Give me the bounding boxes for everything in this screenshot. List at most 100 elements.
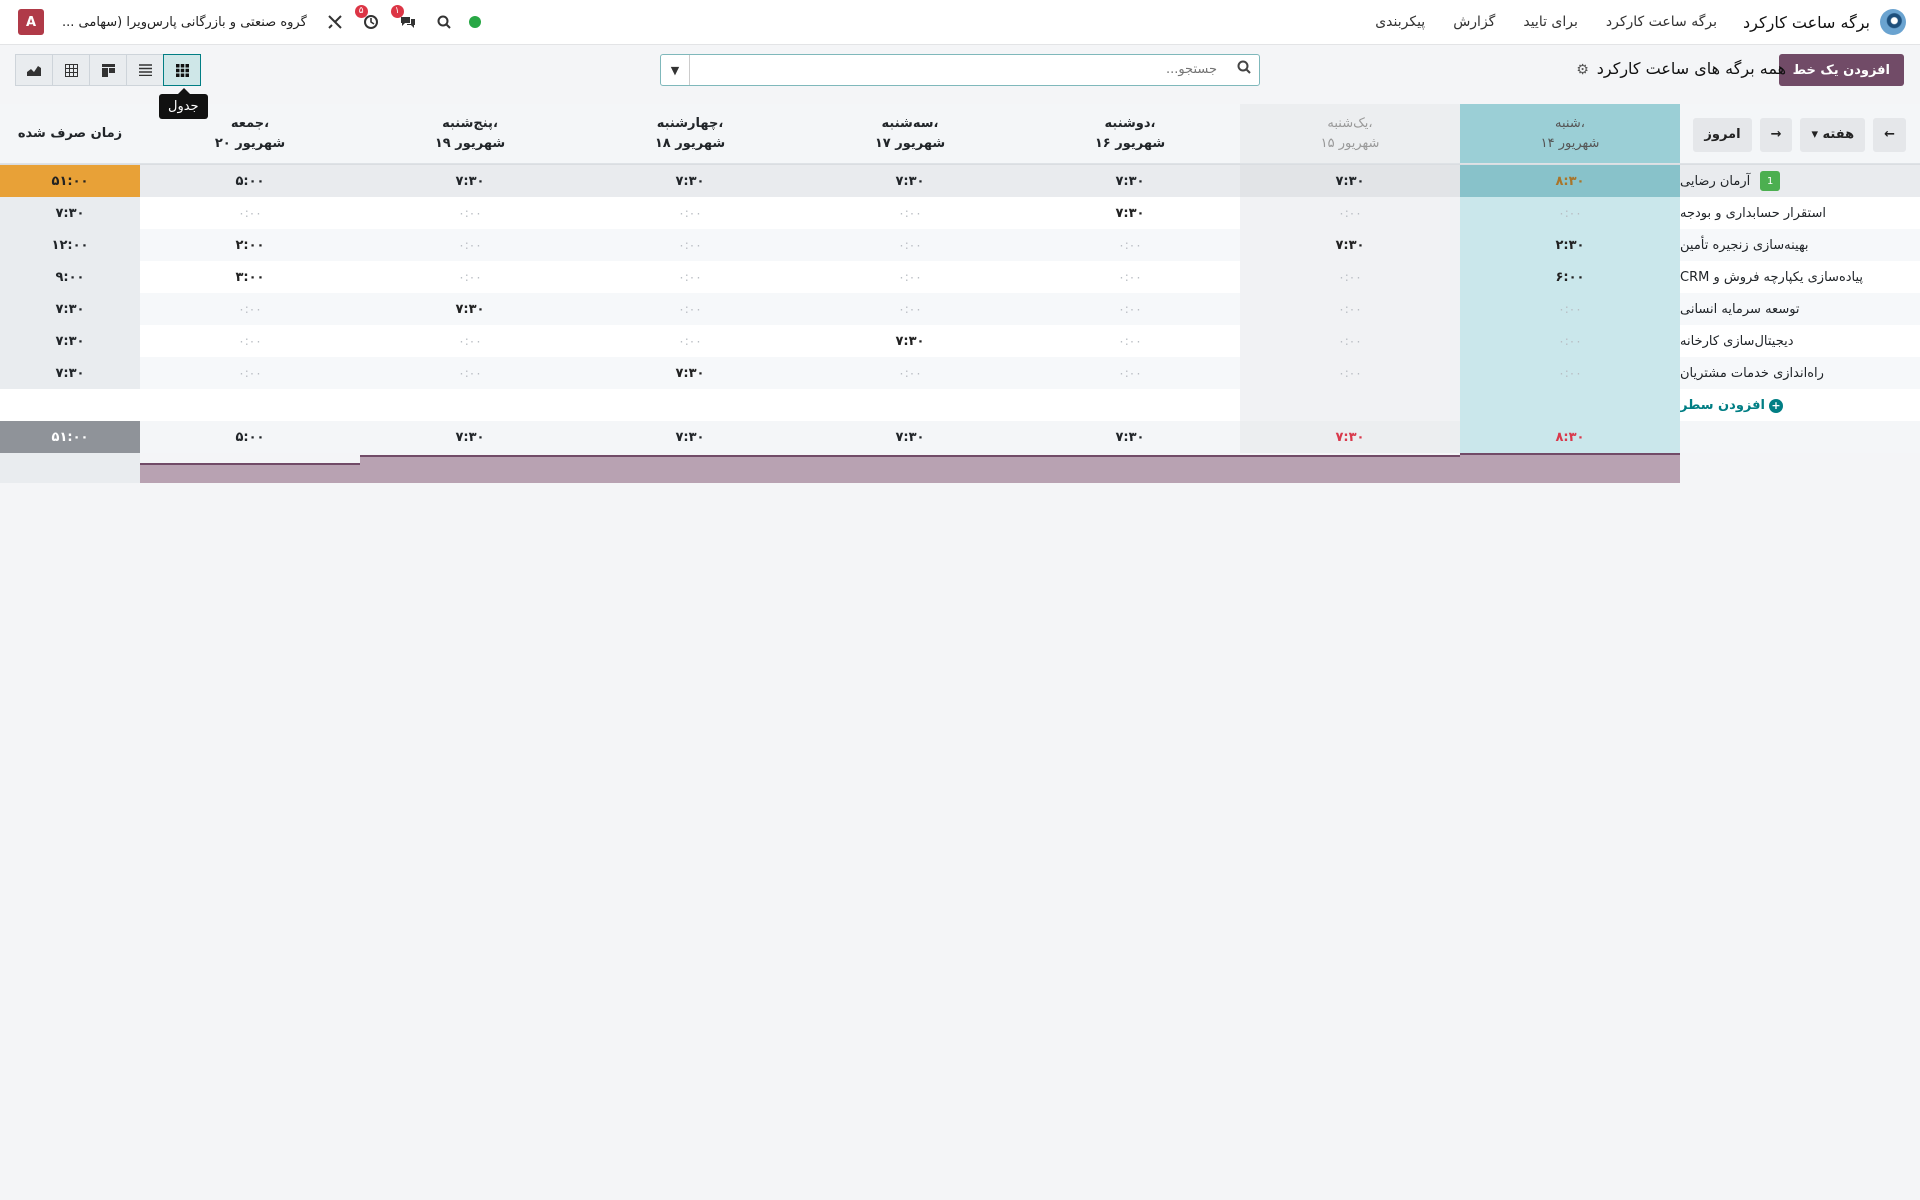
hours-cell[interactable]: ۰:۰۰ — [580, 197, 800, 229]
hours-cell[interactable]: ۰:۰۰ — [140, 325, 360, 357]
view-title: همه برگه های ساعت کارکرد ⚙ — [1576, 59, 1786, 78]
search-submit-icon[interactable] — [1237, 60, 1251, 78]
hours-cell[interactable]: ۰:۰۰ — [140, 357, 360, 389]
employee-day-total: ۷:۳۰ — [1240, 165, 1460, 197]
hours-cell[interactable]: ۷:۳۰ — [580, 357, 800, 389]
project-row: پیاده‌سازی یکپارچه فروش و CRM ۶:۰۰ ۰:۰۰ … — [0, 261, 1920, 293]
hours-cell[interactable]: ۰:۰۰ — [1240, 197, 1460, 229]
view-title-text: همه برگه های ساعت کارکرد — [1596, 59, 1786, 78]
hours-cell[interactable]: ۰:۰۰ — [1020, 325, 1240, 357]
hours-cell[interactable]: ۲:۰۰ — [140, 229, 360, 261]
employee-name: آرمان رضایی — [1680, 173, 1751, 189]
hours-cell[interactable]: ۰:۰۰ — [1240, 293, 1460, 325]
hours-cell[interactable]: ۳:۰۰ — [140, 261, 360, 293]
range-dropdown[interactable]: هفته ▾ — [1800, 118, 1866, 152]
hours-cell[interactable]: ۰:۰۰ — [800, 229, 1020, 261]
hours-cell[interactable]: ۷:۳۰ — [1020, 197, 1240, 229]
previous-arrow-icon[interactable]: ← — [1873, 118, 1906, 152]
capacity-bar — [360, 455, 1460, 483]
hours-cell[interactable]: ۰:۰۰ — [580, 325, 800, 357]
hours-cell[interactable]: ۰:۰۰ — [1460, 293, 1680, 325]
hours-cell[interactable]: ۰:۰۰ — [360, 261, 580, 293]
menu-configuration[interactable]: پیکربندی — [1375, 14, 1425, 30]
kanban-view-icon[interactable] — [89, 54, 127, 86]
hours-cell[interactable]: ۰:۰۰ — [1020, 261, 1240, 293]
hours-cell[interactable]: ۰:۰۰ — [360, 357, 580, 389]
hours-cell[interactable]: ۰:۰۰ — [1240, 261, 1460, 293]
hours-cell[interactable]: ۰:۰۰ — [800, 197, 1020, 229]
capacity-line — [140, 463, 360, 465]
chat-icon[interactable]: ۱ — [390, 5, 417, 30]
hours-cell[interactable]: ۰:۰۰ — [1240, 325, 1460, 357]
day-total: ۷:۳۰ — [675, 429, 705, 445]
hours-cell[interactable]: ۰:۰۰ — [360, 197, 580, 229]
add-line-button[interactable]: افزودن یک خط — [1778, 54, 1904, 86]
employee-label[interactable]: 1 آرمان رضایی — [1680, 165, 1920, 197]
pivot-view-icon[interactable] — [52, 54, 90, 86]
hours-cell[interactable]: ۰:۰۰ — [1020, 229, 1240, 261]
add-row-link[interactable]: +افزودن سطر — [1680, 398, 1783, 413]
hours-cell[interactable]: ۰:۰۰ — [360, 229, 580, 261]
hours-cell[interactable]: ۰:۰۰ — [580, 293, 800, 325]
add-row-cell: +افزودن سطر — [1680, 389, 1920, 421]
hours-cell[interactable]: ۰:۰۰ — [1460, 325, 1680, 357]
hours-cell[interactable]: ۰:۰۰ — [580, 261, 800, 293]
hours-cell[interactable]: ۰:۰۰ — [1240, 357, 1460, 389]
company-switcher[interactable]: گروه صنعتی و بازرگانی پارس‌ویرا (سهامی .… — [62, 15, 307, 30]
graph-view-icon[interactable] — [15, 54, 53, 86]
hours-value: ۰:۰۰ — [678, 206, 702, 220]
capacity-bar — [1460, 453, 1680, 483]
grid-nav-cell: امروز → هفته ▾ ← — [1680, 104, 1920, 164]
hours-cell[interactable]: ۰:۰۰ — [140, 293, 360, 325]
gear-icon[interactable]: ⚙ — [1576, 62, 1589, 78]
tools-icon[interactable] — [327, 14, 343, 30]
search-input[interactable] — [693, 55, 1221, 83]
hours-cell[interactable]: ۶:۰۰ — [1460, 261, 1680, 293]
hours-cell[interactable]: ۰:۰۰ — [1020, 293, 1240, 325]
search-options-toggle[interactable]: ▼ — [661, 55, 690, 85]
column-header-tuesday: سه‌شنبه، شهریور ۱۷ — [800, 104, 1020, 164]
day-date: شهریور ۱۹ — [434, 135, 506, 151]
timesheet-app-icon[interactable] — [1880, 9, 1906, 35]
project-row: راه‌اندازی خدمات مشتریان ۰:۰۰ ۰:۰۰ ۰:۰۰ … — [0, 357, 1920, 389]
project-row: بهینه‌سازی زنجیره تأمین ۲:۳۰ ۷:۳۰ ۰:۰۰ ۰… — [0, 229, 1920, 261]
hours-value: ۰:۰۰ — [898, 238, 922, 252]
capacity-line — [1460, 453, 1680, 455]
hours-value: ۶:۰۰ — [1555, 269, 1585, 285]
totals-label — [1680, 421, 1920, 453]
menu-to-validate[interactable]: برای تایید — [1523, 14, 1578, 30]
app-title[interactable]: برگه ساعت کارکرد — [1743, 13, 1870, 32]
search-bar[interactable]: ▼ — [660, 54, 1260, 86]
hours-cell[interactable]: ۲:۳۰ — [1460, 229, 1680, 261]
hours-cell[interactable]: ۷:۳۰ — [800, 325, 1020, 357]
hours-cell[interactable]: ۰:۰۰ — [800, 261, 1020, 293]
hours-value: ۰:۰۰ — [898, 206, 922, 220]
systray: A گروه صنعتی و بازرگانی پارس‌ویرا (سهامی… — [18, 0, 481, 44]
add-row-line: +افزودن سطر — [0, 389, 1920, 421]
today-button[interactable]: امروز — [1693, 118, 1752, 152]
hours-cell[interactable]: ۰:۰۰ — [140, 197, 360, 229]
date-navigation: امروز → هفته ▾ ← — [1685, 118, 1906, 152]
hours-cell[interactable]: ۰:۰۰ — [800, 357, 1020, 389]
hours-cell[interactable]: ۰:۰۰ — [800, 293, 1020, 325]
next-arrow-icon[interactable]: → — [1759, 118, 1793, 152]
view-switcher — [15, 54, 201, 86]
hours-cell[interactable]: ۷:۳۰ — [360, 293, 580, 325]
list-view-icon[interactable] — [126, 54, 164, 86]
activity-clock-icon[interactable]: ۵ — [354, 5, 379, 30]
hours-cell[interactable]: ۰:۰۰ — [1460, 197, 1680, 229]
day-name: شنبه، — [1555, 115, 1585, 131]
capacity-total-cell — [0, 453, 140, 483]
hours-cell[interactable]: ۰:۰۰ — [580, 229, 800, 261]
hours-cell[interactable]: ۰:۰۰ — [360, 325, 580, 357]
hours-cell[interactable]: ۰:۰۰ — [1460, 357, 1680, 389]
hours-value: ۰:۰۰ — [1558, 334, 1582, 348]
day-total: ۷:۳۰ — [1240, 421, 1460, 453]
hours-cell[interactable]: ۷:۳۰ — [1240, 229, 1460, 261]
user-avatar[interactable]: A — [18, 9, 44, 35]
hours-cell[interactable]: ۰:۰۰ — [1020, 357, 1240, 389]
menu-reporting[interactable]: گزارش — [1453, 14, 1495, 30]
grid-view-icon[interactable] — [163, 54, 201, 86]
menu-timesheets[interactable]: برگه ساعت کارکرد — [1606, 14, 1717, 30]
search-icon[interactable] — [437, 15, 451, 29]
